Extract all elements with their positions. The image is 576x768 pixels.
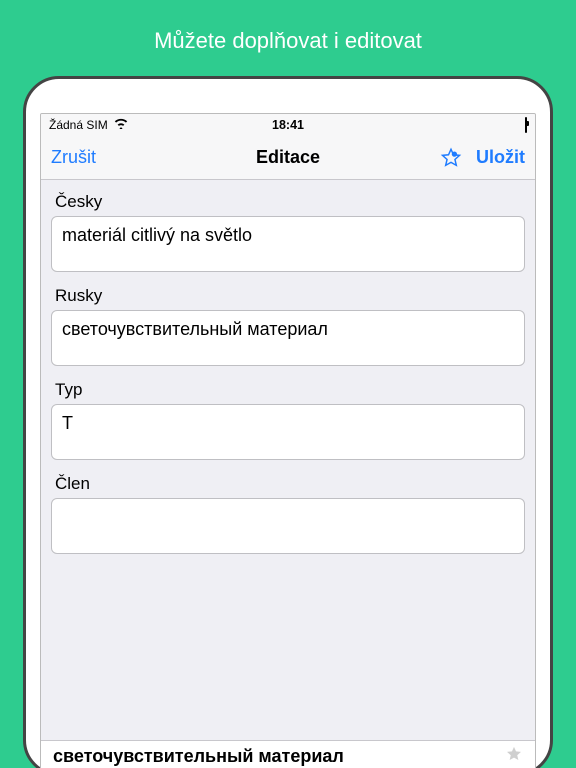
field-russian-label: Rusky xyxy=(51,280,525,310)
field-article-input[interactable] xyxy=(51,498,525,554)
footer-term: светочувствительный материал xyxy=(53,746,344,767)
form-area: Česky materiál citlivý na světlo Rusky с… xyxy=(41,180,535,740)
star-icon xyxy=(505,745,523,768)
field-article-label: Člen xyxy=(51,468,525,498)
field-czech: Česky materiál citlivý na světlo xyxy=(41,184,535,278)
cancel-button[interactable]: Zrušit xyxy=(51,147,96,168)
clock-text: 18:41 xyxy=(41,118,535,132)
status-bar: Žádná SIM 18:41 xyxy=(41,114,535,136)
field-russian: Rusky светочувствительный материал xyxy=(41,278,535,372)
battery-icon xyxy=(525,118,527,132)
field-type: Typ T xyxy=(41,372,535,466)
promo-headline: Můžete doplňovat i editovat xyxy=(0,0,576,76)
field-czech-input[interactable]: materiál citlivý na světlo xyxy=(51,216,525,272)
footer-row: светочувствительный материал xyxy=(41,740,535,768)
save-button[interactable]: Uložit xyxy=(476,147,525,168)
star-outline-icon xyxy=(440,147,462,169)
field-type-label: Typ xyxy=(51,374,525,404)
screen: Žádná SIM 18:41 Zrušit Editace xyxy=(40,113,536,768)
tablet-frame: Žádná SIM 18:41 Zrušit Editace xyxy=(23,76,553,768)
field-type-input[interactable]: T xyxy=(51,404,525,460)
field-russian-input[interactable]: светочувствительный материал xyxy=(51,310,525,366)
field-czech-label: Česky xyxy=(51,186,525,216)
nav-bar: Zrušit Editace Uložit xyxy=(41,136,535,180)
field-article: Člen xyxy=(41,466,535,560)
favorite-button[interactable] xyxy=(440,147,462,169)
